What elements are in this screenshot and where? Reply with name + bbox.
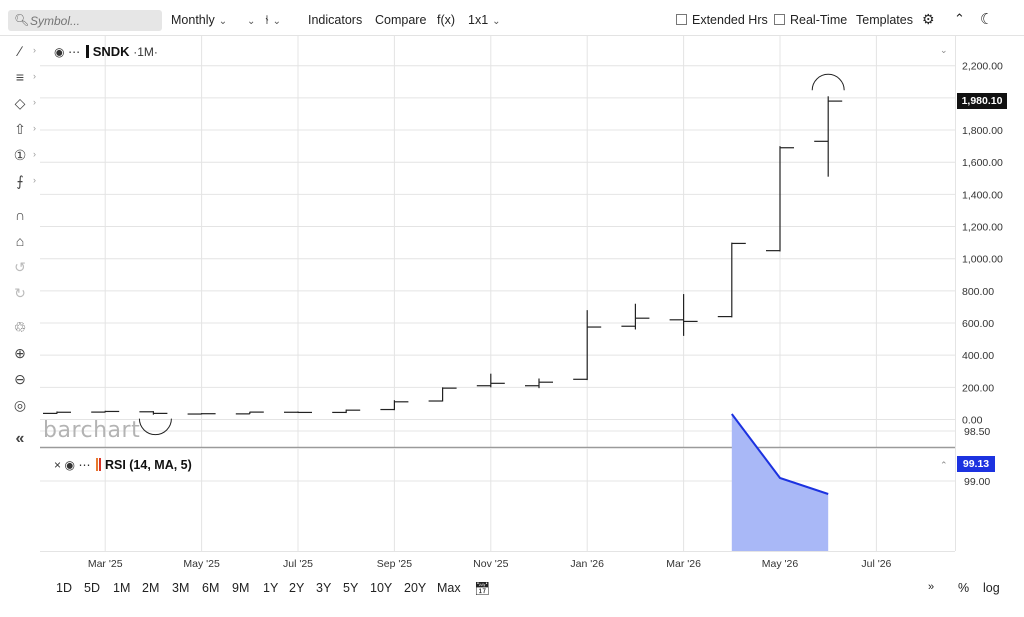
range-button-9m[interactable]: 9M xyxy=(232,581,249,595)
x-axis-label: May '25 xyxy=(183,558,220,570)
templates-button[interactable]: Templates xyxy=(856,13,913,27)
price-axis-label: 1,000.00 xyxy=(962,254,1003,266)
range-button-20y[interactable]: 20Y xyxy=(404,581,426,595)
price-axis-label: 1,200.00 xyxy=(962,222,1003,234)
x-axis-label: Sep '25 xyxy=(377,558,412,570)
dark-mode-icon[interactable]: ☾ xyxy=(980,10,993,28)
rsi-axis-label: 99.00 xyxy=(964,476,990,488)
indicators-button[interactable]: Indicators xyxy=(308,13,362,27)
price-axis-label: 1,800.00 xyxy=(962,125,1003,137)
last-price-tag: 1,980.10 xyxy=(957,93,1007,109)
interval-legend: ·1M· xyxy=(133,45,158,59)
more-options-icon[interactable]: ⋯ xyxy=(68,45,80,59)
chevron-up-icon[interactable]: ⌃ xyxy=(940,460,948,471)
range-button-5d[interactable]: 5D xyxy=(84,581,100,595)
eye-icon[interactable]: ◉ xyxy=(65,458,75,472)
fx-button[interactable]: f(x) xyxy=(437,13,455,27)
search-icon: 🔍︎ xyxy=(14,13,30,27)
x-axis-label: May '26 xyxy=(762,558,799,570)
range-button-2y[interactable]: 2Y xyxy=(289,581,304,595)
x-axis-label: Nov '25 xyxy=(473,558,508,570)
eye-icon[interactable]: ◉ xyxy=(54,45,64,59)
ohlc-bars-icon: ⫮ xyxy=(265,13,269,27)
rsi-ma-color-swatch xyxy=(98,458,101,471)
price-axis-label: 2,200.00 xyxy=(962,61,1003,73)
top-toolbar: 🔍︎ Monthly⌄ ⌄⫮⌄ Indicators Compare f(x) … xyxy=(0,0,1024,36)
range-button-1m[interactable]: 1M xyxy=(113,581,130,595)
layout-dropdown[interactable]: 1x1 ⌄ xyxy=(468,13,501,27)
chart-grid xyxy=(40,36,956,552)
price-axis-label: 0.00 xyxy=(962,415,983,427)
real-time-toggle[interactable]: Real-Time xyxy=(774,13,847,27)
checkbox[interactable] xyxy=(774,14,785,25)
price-axis-label: 1,600.00 xyxy=(962,157,1003,169)
chevron-down-icon: ⌄ xyxy=(272,16,281,27)
x-axis-label: Mar '26 xyxy=(666,558,701,570)
range-button-1d[interactable]: 1D xyxy=(56,581,72,595)
range-button-2m[interactable]: 2M xyxy=(142,581,159,595)
collapse-up-icon[interactable]: ⌃ xyxy=(954,11,965,27)
range-bar: 1D 5D 1M 2M 3M 6M 9M 1Y 2Y 3Y 5Y 10Y 20Y Max 📅︎ » % l… xyxy=(0,575,1024,603)
chevron-down-icon: ⌄ xyxy=(492,16,501,27)
log-toggle[interactable]: log xyxy=(983,581,1000,595)
checkbox[interactable] xyxy=(676,14,687,25)
barchart-watermark: barchart xyxy=(43,418,141,443)
price-axis-label: 200.00 xyxy=(962,382,994,394)
range-button-1y[interactable]: 1Y xyxy=(263,581,278,595)
range-button-10y[interactable]: 10Y xyxy=(370,581,392,595)
x-axis-label: Mar '25 xyxy=(88,558,123,570)
percent-toggle[interactable]: % xyxy=(958,581,969,595)
price-axis-label: 800.00 xyxy=(962,286,994,298)
layout-label: 1x1 xyxy=(468,13,489,27)
range-button-3m[interactable]: 3M xyxy=(172,581,189,595)
chevron-down-icon: ⌄ xyxy=(247,16,256,27)
x-axis-label: Jul '25 xyxy=(283,558,313,570)
chevron-down-icon[interactable]: ⌄ xyxy=(940,45,948,56)
price-axis-label: 1,400.00 xyxy=(962,189,1003,201)
chart-canvas[interactable]: 2,200.002,000.001,800.001,600.001,400.00… xyxy=(0,36,1024,576)
x-axis-label: Jan '26 xyxy=(570,558,604,570)
interval-dropdown[interactable]: Monthly ⌄ xyxy=(171,13,227,27)
rsi-value-tag: 99.13 xyxy=(957,456,995,472)
range-button-3y[interactable]: 3Y xyxy=(316,581,331,595)
chevron-down-icon: ⌄ xyxy=(218,16,228,27)
calendar-icon[interactable]: 📅︎ xyxy=(474,581,491,597)
main-legend[interactable]: ◉ ⋯ SNDK ·1M· xyxy=(54,44,158,59)
rsi-axis-label: 98.50 xyxy=(964,426,990,438)
price-axis-label: 600.00 xyxy=(962,318,994,330)
range-button-5y[interactable]: 5Y xyxy=(343,581,358,595)
close-icon[interactable]: × xyxy=(54,458,61,472)
rsi-label: RSI (14, MA, 5) xyxy=(104,458,192,472)
double-chevron-down-icon[interactable]: » xyxy=(928,581,934,593)
symbol-search[interactable]: 🔍︎ xyxy=(8,10,162,31)
rsi-legend[interactable]: × ◉ ⋯ RSI (14, MA, 5) xyxy=(54,458,192,472)
range-button-max[interactable]: Max xyxy=(437,581,461,595)
price-axis-label: 400.00 xyxy=(962,350,994,362)
extended-hours-toggle[interactable]: Extended Hrs xyxy=(676,13,768,27)
interval-label: Monthly xyxy=(171,13,215,27)
real-time-label: Real-Time xyxy=(790,13,848,27)
series-color-swatch xyxy=(85,45,89,58)
compare-button[interactable]: Compare xyxy=(375,13,426,27)
symbol-label: SNDK xyxy=(92,44,130,59)
rsi-color-swatch xyxy=(95,458,98,471)
symbol-input[interactable] xyxy=(30,12,155,29)
range-button-6m[interactable]: 6M xyxy=(202,581,219,595)
chart-type-dropdown[interactable]: ⌄ ⫮ ⌄ xyxy=(243,13,281,28)
extended-hours-label: Extended Hrs xyxy=(692,13,768,27)
settings-gear-icon[interactable]: ⚙ xyxy=(922,11,935,28)
more-options-icon[interactable]: ⋯ xyxy=(78,458,90,472)
x-axis-label: Jul '26 xyxy=(861,558,891,570)
